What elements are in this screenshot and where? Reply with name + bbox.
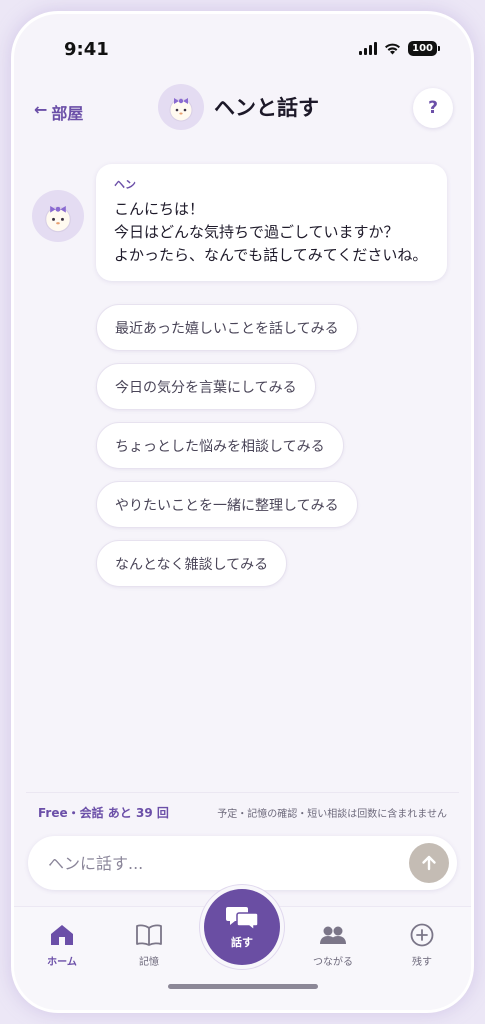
hen-mascot-icon bbox=[45, 205, 71, 233]
arrow-up-icon bbox=[422, 855, 436, 871]
battery-icon: 100 bbox=[408, 41, 440, 56]
message-bubble: ヘン こんにちは！ 今日はどんな気持ちで過ごしていますか？ よかったら、なんでも… bbox=[96, 164, 447, 281]
help-button[interactable]: ? bbox=[413, 88, 453, 128]
tab-bar: ホーム 記憶 話す つながる 残す bbox=[14, 889, 471, 1010]
quota-count: Free・会話 あと 39 回 bbox=[38, 806, 169, 820]
quota-note: 予定・記憶の確認・短い相談は回数に含まれません bbox=[217, 809, 447, 820]
header: ← 部屋 ヘンと話す ? bbox=[14, 84, 471, 144]
arrow-left-icon: ← bbox=[34, 100, 48, 119]
message-line: 今日はどんな気持ちで過ごしていますか？ bbox=[114, 223, 399, 241]
suggestion-chip[interactable]: 最近あった嬉しいことを話してみる bbox=[96, 304, 358, 351]
message-input[interactable] bbox=[48, 853, 409, 873]
tab-leave[interactable]: 残す bbox=[387, 923, 457, 968]
suggestion-chip[interactable]: なんとなく雑談してみる bbox=[96, 540, 288, 587]
wifi-icon bbox=[385, 43, 401, 55]
tab-connect-label: つながる bbox=[313, 957, 353, 968]
plus-circle-icon bbox=[410, 923, 434, 947]
suggestion-chip[interactable]: 今日の気分を言葉にしてみる bbox=[96, 363, 316, 410]
phone-screen: 9:41 100 ← 部屋 ヘンと話す ? ヘン こんにちは！ 今日はどんな気持… bbox=[14, 14, 471, 1010]
tab-memory[interactable]: 記憶 bbox=[114, 923, 184, 968]
tab-home-label: ホーム bbox=[47, 957, 77, 968]
quota-bar: Free・会話 あと 39 回 予定・記憶の確認・短い相談は回数に含まれません bbox=[26, 792, 459, 832]
signal-icon bbox=[359, 42, 378, 55]
suggestion-list: 最近あった嬉しいことを話してみる 今日の気分を言葉にしてみる ちょっとした悩みを… bbox=[96, 304, 358, 587]
message-row: ヘン こんにちは！ 今日はどんな気持ちで過ごしていますか？ よかったら、なんでも… bbox=[32, 164, 447, 281]
status-icons: 100 bbox=[359, 41, 440, 56]
status-bar: 9:41 100 bbox=[14, 14, 471, 84]
message-line: こんにちは！ bbox=[114, 200, 205, 218]
page-title: ヘンと話す bbox=[214, 96, 319, 120]
tab-memory-label: 記憶 bbox=[139, 957, 159, 968]
home-indicator bbox=[168, 984, 318, 989]
send-button[interactable] bbox=[409, 843, 449, 883]
book-icon bbox=[136, 924, 162, 946]
back-button[interactable]: ← 部屋 bbox=[34, 100, 83, 124]
tab-talk-label: 話す bbox=[231, 936, 253, 949]
header-center: ヘンと話す bbox=[158, 84, 319, 130]
status-time: 9:41 bbox=[64, 39, 109, 60]
home-icon bbox=[51, 925, 73, 945]
hen-avatar bbox=[158, 84, 204, 130]
suggestion-chip[interactable]: ちょっとした悩みを相談してみる bbox=[96, 422, 344, 469]
composer bbox=[28, 836, 457, 890]
message-sender: ヘン bbox=[114, 178, 136, 191]
people-icon bbox=[320, 926, 346, 944]
tab-connect[interactable]: つながる bbox=[298, 923, 368, 968]
hen-message-avatar bbox=[32, 190, 84, 242]
suggestion-chip[interactable]: やりたいことを一緒に整理してみる bbox=[96, 481, 358, 528]
tab-talk[interactable]: 話す bbox=[204, 889, 280, 965]
chat-bubbles-icon bbox=[226, 907, 259, 932]
hen-mascot-icon bbox=[169, 98, 193, 122]
tab-home[interactable]: ホーム bbox=[27, 923, 97, 968]
tab-leave-label: 残す bbox=[412, 957, 432, 968]
back-label: 部屋 bbox=[51, 104, 84, 123]
message-line: よかったら、なんでも話してみてくださいね。 bbox=[114, 246, 428, 264]
